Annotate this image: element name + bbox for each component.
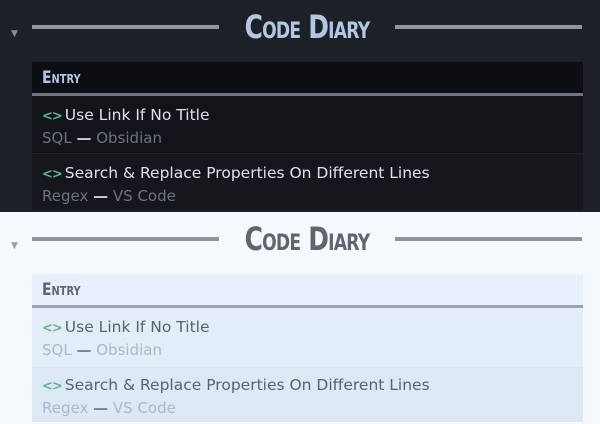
code-icon: <> [42,321,63,336]
table-row: <> Use Link If No Title SQL — Obsidian [32,308,583,365]
section-title: Code Diary [244,220,371,258]
section-heading: Code Diary [32,218,582,260]
column-header-label: Entry [42,280,81,300]
tag-separator: — [93,399,109,417]
tag-separator: — [93,187,109,205]
entry-title-link[interactable]: Search & Replace Properties On Different… [65,376,430,394]
collapse-arrow-icon[interactable]: ▼ [11,30,18,39]
heading-rule-left [32,237,219,241]
table-column-header[interactable]: Entry [32,274,583,308]
section-title: Code Diary [244,8,371,46]
table-row: <> Use Link If No Title SQL — Obsidian [32,96,583,153]
heading-rule-right [395,25,582,29]
heading-rule-left [32,25,219,29]
tag-separator: — [76,129,92,147]
entry-table: Entry <> Use Link If No Title SQL — Obsid… [32,274,583,422]
entry-title-link[interactable]: Use Link If No Title [65,318,210,336]
table-row: <> Search & Replace Properties On Differe… [32,365,583,422]
tool-tag[interactable]: Obsidian [96,129,162,147]
language-tag[interactable]: Regex [42,399,88,417]
column-header-label: Entry [42,68,81,88]
entry-title-link[interactable]: Use Link If No Title [65,106,210,124]
collapse-arrow-icon[interactable]: ▼ [11,242,18,251]
section-heading: Code Diary [32,6,582,48]
language-tag[interactable]: SQL [42,129,72,147]
table-row: <> Search & Replace Properties On Differe… [32,153,583,210]
entry-table: Entry <> Use Link If No Title SQL — Obsid… [32,62,583,210]
tag-separator: — [76,341,92,359]
dark-theme-panel: ▼ Code Diary Entry <> Use Link If No Titl… [0,0,600,212]
language-tag[interactable]: SQL [42,341,72,359]
entry-title-link[interactable]: Search & Replace Properties On Different… [65,164,430,182]
code-icon: <> [42,167,63,182]
tool-tag[interactable]: Obsidian [96,341,162,359]
light-theme-panel: ▼ Code Diary Entry <> Use Link If No Titl… [0,212,600,424]
tool-tag[interactable]: VS Code [113,399,176,417]
tool-tag[interactable]: VS Code [113,187,176,205]
code-icon: <> [42,109,63,124]
language-tag[interactable]: Regex [42,187,88,205]
code-icon: <> [42,379,63,394]
heading-rule-right [395,237,582,241]
table-column-header[interactable]: Entry [32,62,583,96]
